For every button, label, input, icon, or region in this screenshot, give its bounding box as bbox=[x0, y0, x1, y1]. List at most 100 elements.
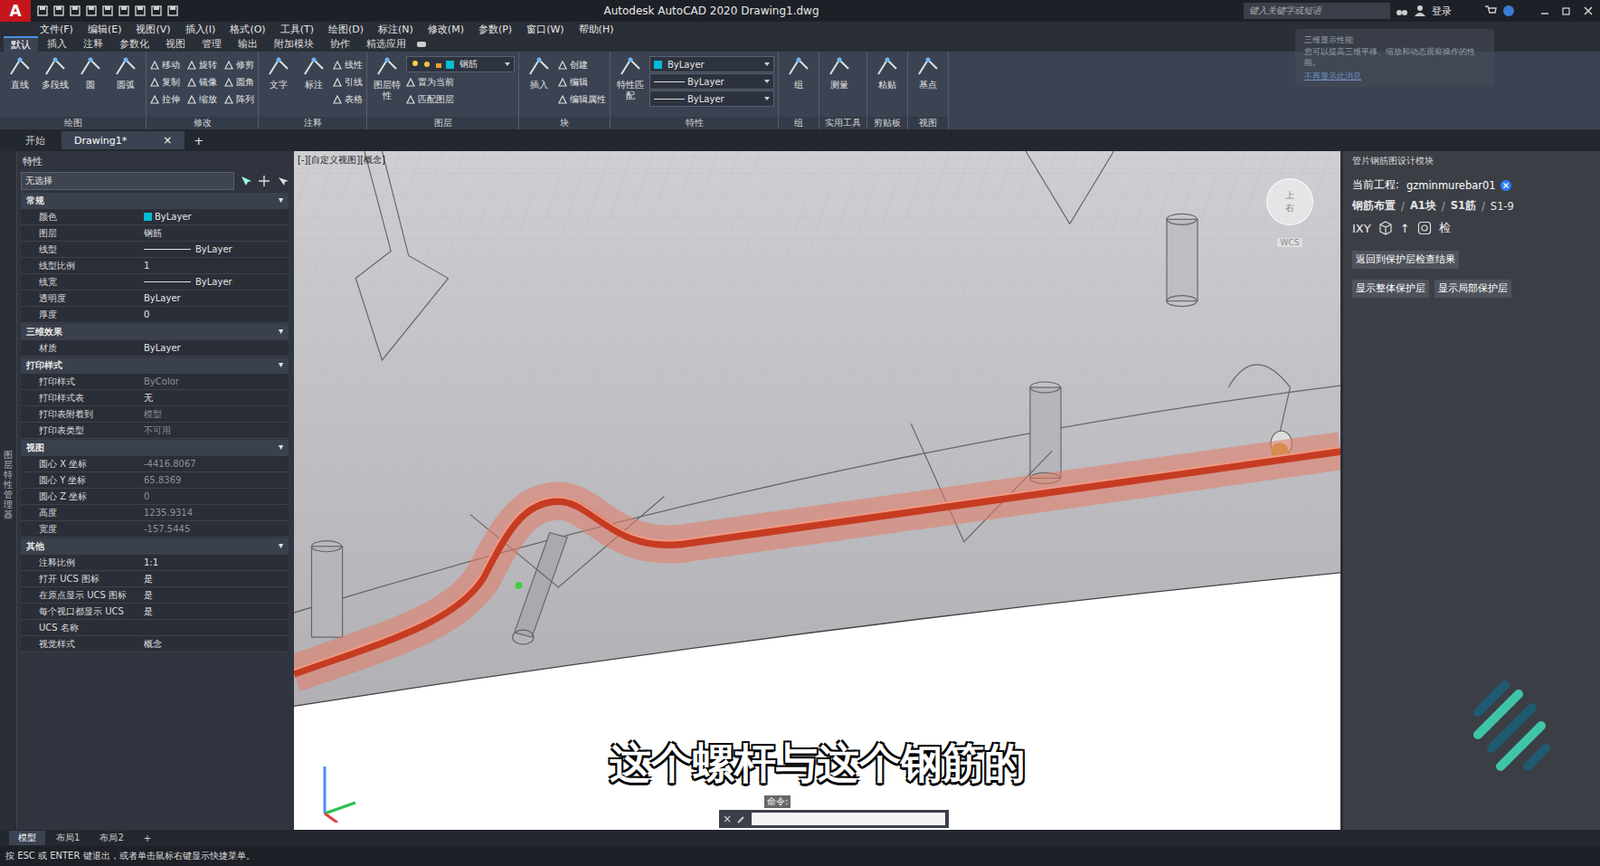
property-row[interactable]: 在原点显示 UCS 图标 是 bbox=[20, 586, 289, 604]
ribbon-group-title[interactable]: 剪贴板 bbox=[867, 116, 908, 130]
property-row[interactable]: 打印样式表 无 bbox=[20, 389, 289, 407]
ribbon-small-button[interactable]: 圆角 bbox=[224, 73, 255, 91]
property-row[interactable]: 打印表类型 不可用 bbox=[20, 422, 289, 439]
ribbon-large-button[interactable]: 粘贴 bbox=[871, 54, 904, 91]
section-header[interactable]: 其他▾ bbox=[20, 538, 289, 555]
property-row[interactable]: 视觉样式 概念 bbox=[20, 635, 289, 653]
ribbon-tab[interactable]: 视图 bbox=[158, 37, 193, 52]
property-row[interactable]: 透明度 ByLayer bbox=[20, 290, 289, 307]
section-header[interactable]: 视图▾ bbox=[20, 439, 289, 456]
new-layout-button[interactable]: + bbox=[134, 832, 161, 844]
menu-item[interactable]: 插入(I) bbox=[185, 22, 217, 37]
ribbon-tab[interactable]: 协作 bbox=[322, 37, 358, 52]
menu-item[interactable]: 帮助(H) bbox=[578, 22, 615, 37]
restore-icon[interactable] bbox=[1560, 4, 1573, 18]
pickadd-icon[interactable] bbox=[275, 174, 289, 188]
wcs-menu[interactable]: WCS bbox=[1277, 237, 1304, 247]
breadcrumb-item[interactable]: A1块 bbox=[1410, 198, 1437, 213]
property-row[interactable]: 高度 1235.9314 bbox=[20, 504, 289, 521]
property-row[interactable]: 线型 ByLayer bbox=[20, 241, 289, 258]
layout-tab[interactable]: 布局1 bbox=[47, 830, 89, 845]
toolbar-icon[interactable] bbox=[150, 4, 163, 18]
ribbon-small-button[interactable]: 镜像 bbox=[187, 73, 218, 91]
more-tabs-icon[interactable] bbox=[415, 37, 428, 51]
selection-dropdown[interactable]: 无选择 bbox=[20, 171, 235, 190]
ribbon-dropdown[interactable]: ByLayer bbox=[649, 56, 775, 73]
ribbon-small-button[interactable]: 置为当前 bbox=[406, 73, 515, 91]
section-header[interactable]: 打印样式▾ bbox=[20, 357, 289, 374]
help-icon[interactable] bbox=[1502, 4, 1515, 18]
ribbon-large-button[interactable]: 多段线 bbox=[38, 54, 72, 91]
property-row[interactable]: 圆心 X 坐标 -4416.8067 bbox=[20, 455, 289, 473]
property-row[interactable]: 打印表附着到 模型 bbox=[20, 406, 289, 423]
command-input[interactable] bbox=[751, 812, 946, 825]
toolbar-icon[interactable] bbox=[101, 4, 114, 18]
ribbon-tab[interactable]: 管理 bbox=[194, 37, 229, 52]
property-row[interactable]: 圆心 Z 坐标 0 bbox=[20, 488, 289, 505]
property-row[interactable]: 打开 UCS 图标 是 bbox=[20, 570, 289, 587]
ribbon-small-button[interactable]: 拉伸 bbox=[150, 90, 180, 108]
ribbon-dropdown[interactable]: ByLayer bbox=[649, 73, 775, 90]
document-tab[interactable]: 开始 bbox=[12, 131, 58, 151]
user-icon[interactable] bbox=[1413, 4, 1427, 18]
ribbon-large-button[interactable]: 文字 bbox=[262, 54, 295, 91]
ribbon-large-button[interactable]: 图层特性 bbox=[370, 54, 404, 101]
section-header[interactable]: 常规▾ bbox=[20, 192, 289, 209]
tab-close-button[interactable]: × bbox=[162, 133, 172, 147]
ribbon-group-title[interactable]: 注释 bbox=[258, 116, 367, 130]
property-row[interactable]: 每个视口都显示 UCS 是 bbox=[20, 603, 289, 620]
ribbon-large-button[interactable]: 测量 bbox=[823, 54, 856, 91]
property-row[interactable]: 材质 ByLayer bbox=[20, 340, 289, 357]
property-row[interactable]: 图层 钢筋 bbox=[20, 225, 289, 242]
ribbon-tab[interactable]: 参数化 bbox=[112, 37, 157, 52]
property-row[interactable]: 圆心 Y 坐标 65.8369 bbox=[20, 472, 289, 489]
ribbon-dropdown[interactable]: ByLayer bbox=[649, 90, 775, 107]
toolbar-icon[interactable] bbox=[36, 4, 49, 18]
breadcrumb-item[interactable]: S1筋 bbox=[1450, 198, 1477, 213]
menu-item[interactable]: 格式(O) bbox=[229, 22, 266, 37]
ribbon-large-button[interactable]: 基点 bbox=[911, 54, 945, 91]
ribbon-dropdown[interactable]: 钢筋 bbox=[406, 56, 515, 73]
property-row[interactable]: 注释比例 1:1 bbox=[20, 554, 289, 571]
menu-item[interactable]: 修改(M) bbox=[427, 22, 464, 37]
new-tab-button[interactable]: + bbox=[188, 133, 209, 148]
tool-button[interactable]: 检 bbox=[1439, 219, 1451, 237]
menu-item[interactable]: 文件(F) bbox=[39, 22, 74, 37]
ribbon-group-title[interactable]: 实用工具 bbox=[819, 116, 867, 130]
property-row[interactable]: 线型比例 1 bbox=[20, 257, 289, 275]
breadcrumb-item[interactable]: S1-9 bbox=[1490, 199, 1515, 213]
viewport-controls[interactable]: [-][自定义视图][概念] bbox=[297, 153, 386, 167]
ribbon-small-button[interactable]: 匹配图层 bbox=[406, 90, 515, 108]
menu-item[interactable]: 标注(N) bbox=[378, 22, 414, 37]
ribbon-group-title[interactable]: 视图 bbox=[908, 116, 948, 130]
cube-face[interactable]: 上右 bbox=[1266, 178, 1314, 226]
command-line[interactable]: × bbox=[719, 809, 949, 828]
cube-icon[interactable] bbox=[1378, 220, 1393, 236]
toolbar-icon[interactable] bbox=[117, 4, 131, 18]
ribbon-group-title[interactable]: 绘图 bbox=[0, 116, 146, 130]
view-cube[interactable]: 上右 WCS bbox=[1266, 178, 1314, 247]
app-logo-icon[interactable]: A bbox=[0, 0, 31, 22]
ribbon-small-button[interactable]: 线性 bbox=[332, 56, 363, 74]
menu-item[interactable]: 绘图(D) bbox=[328, 22, 364, 37]
ribbon-small-button[interactable]: 修剪 bbox=[224, 56, 255, 74]
toolbar-icon[interactable] bbox=[68, 4, 82, 18]
tool-button[interactable]: IXY bbox=[1352, 221, 1372, 236]
menu-item[interactable]: 视图(V) bbox=[135, 22, 171, 37]
property-row[interactable]: 线宽 ByLayer bbox=[20, 274, 289, 291]
ribbon-large-button[interactable]: 圆 bbox=[74, 54, 107, 91]
property-row[interactable]: 厚度 0 bbox=[20, 306, 289, 323]
property-row[interactable]: 颜色 ByLayer bbox=[20, 208, 289, 226]
ribbon-large-button[interactable]: 组 bbox=[782, 54, 815, 91]
ribbon-small-button[interactable]: 阵列 bbox=[224, 90, 255, 108]
layer-manager-tab[interactable]: 图层特性管理器 bbox=[3, 449, 13, 830]
model-3d-scene[interactable] bbox=[293, 151, 1341, 830]
ribbon-small-button[interactable]: 移动 bbox=[150, 56, 180, 74]
property-row[interactable]: 打印样式 ByColor bbox=[20, 373, 289, 390]
login-link[interactable]: 登录 bbox=[1431, 4, 1452, 19]
quick-select-icon[interactable] bbox=[239, 174, 253, 188]
menu-item[interactable]: 编辑(E) bbox=[87, 22, 123, 37]
ribbon-small-button[interactable]: 缩放 bbox=[187, 90, 218, 108]
breadcrumb-item[interactable]: 钢筋布置 bbox=[1352, 198, 1396, 213]
menu-item[interactable]: 工具(T) bbox=[280, 22, 314, 37]
